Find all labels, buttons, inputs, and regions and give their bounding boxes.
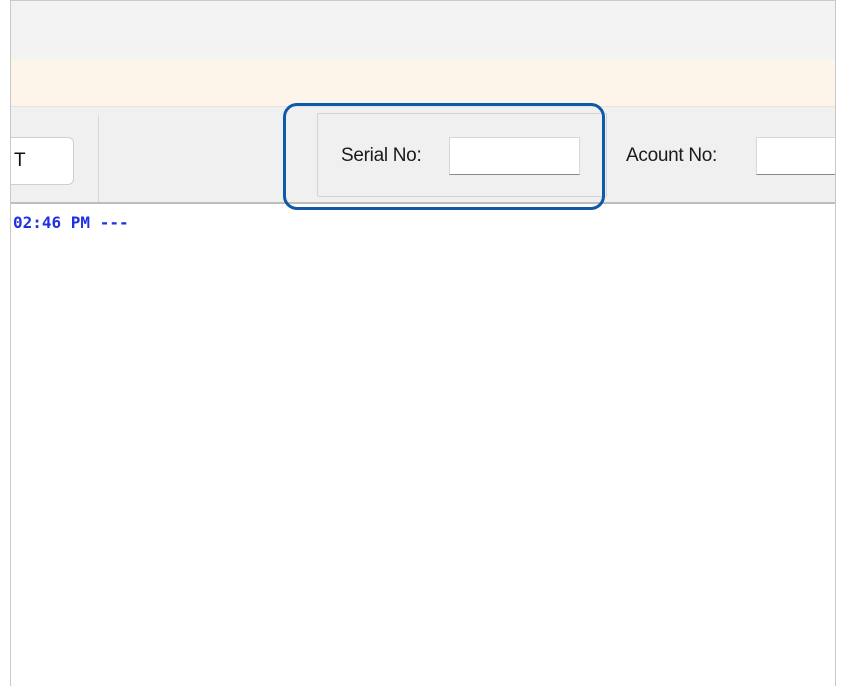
log-line: 02:46 PM --- xyxy=(13,213,129,232)
mode-button[interactable]: T xyxy=(11,137,74,185)
serial-number-input[interactable] xyxy=(449,137,580,175)
toolbar-group-mode: T xyxy=(11,115,99,205)
app-window: T Serial No: Acount No: 02:46 PM --- xyxy=(10,0,836,686)
serial-number-label: Serial No: xyxy=(341,145,422,166)
title-bar xyxy=(11,1,835,59)
notification-bar xyxy=(11,59,835,106)
account-number-input[interactable] xyxy=(756,137,835,175)
toolbar: T Serial No: Acount No: xyxy=(11,106,835,205)
account-number-label: Acount No: xyxy=(626,145,717,166)
log-output[interactable]: 02:46 PM --- xyxy=(11,204,835,686)
